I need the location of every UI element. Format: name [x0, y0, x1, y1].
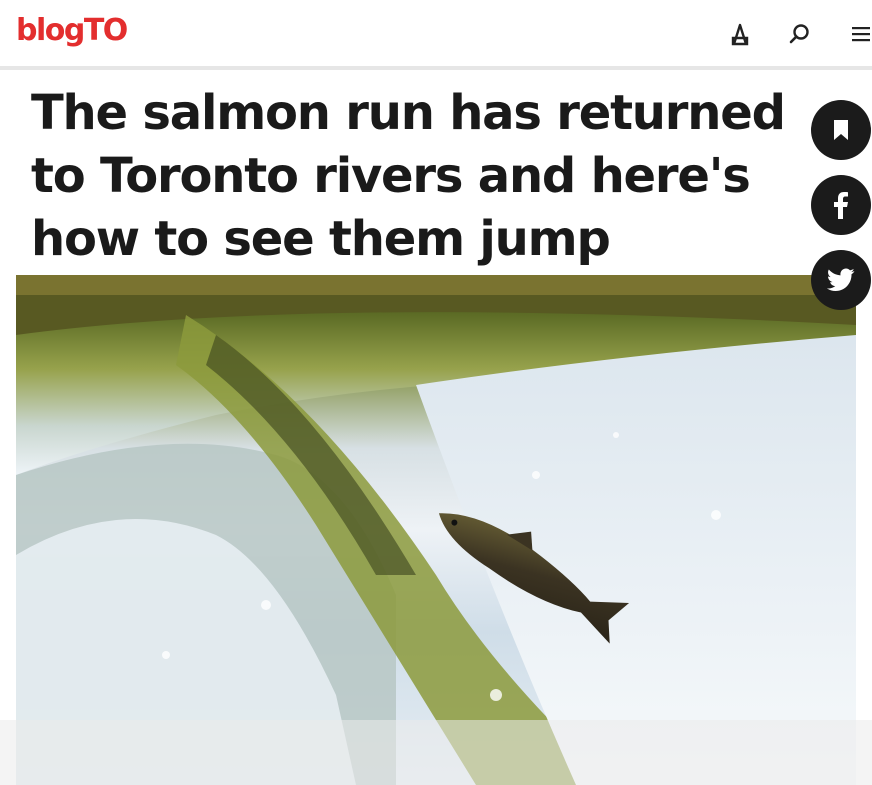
bookmark-icon	[834, 120, 848, 140]
share-twitter-button[interactable]	[811, 250, 871, 310]
twitter-icon	[827, 268, 855, 291]
blogto-logo[interactable]: blogTO	[16, 12, 128, 50]
article-headline: The salmon run has returned to Toronto r…	[31, 85, 786, 267]
bookmark-button[interactable]	[811, 100, 871, 160]
hamburger-menu-icon	[852, 27, 870, 42]
account-button[interactable]	[722, 16, 758, 52]
user-icon	[731, 23, 749, 46]
menu-button[interactable]	[843, 16, 872, 52]
site-header: blogTO	[0, 0, 872, 70]
facebook-icon	[834, 192, 848, 219]
bottom-overlay	[0, 720, 872, 785]
salmon-jumping-waterfall-illustration	[16, 275, 856, 785]
share-facebook-button[interactable]	[811, 175, 871, 235]
search-button[interactable]	[781, 16, 817, 52]
search-icon	[789, 24, 809, 44]
hero-image	[16, 275, 856, 785]
